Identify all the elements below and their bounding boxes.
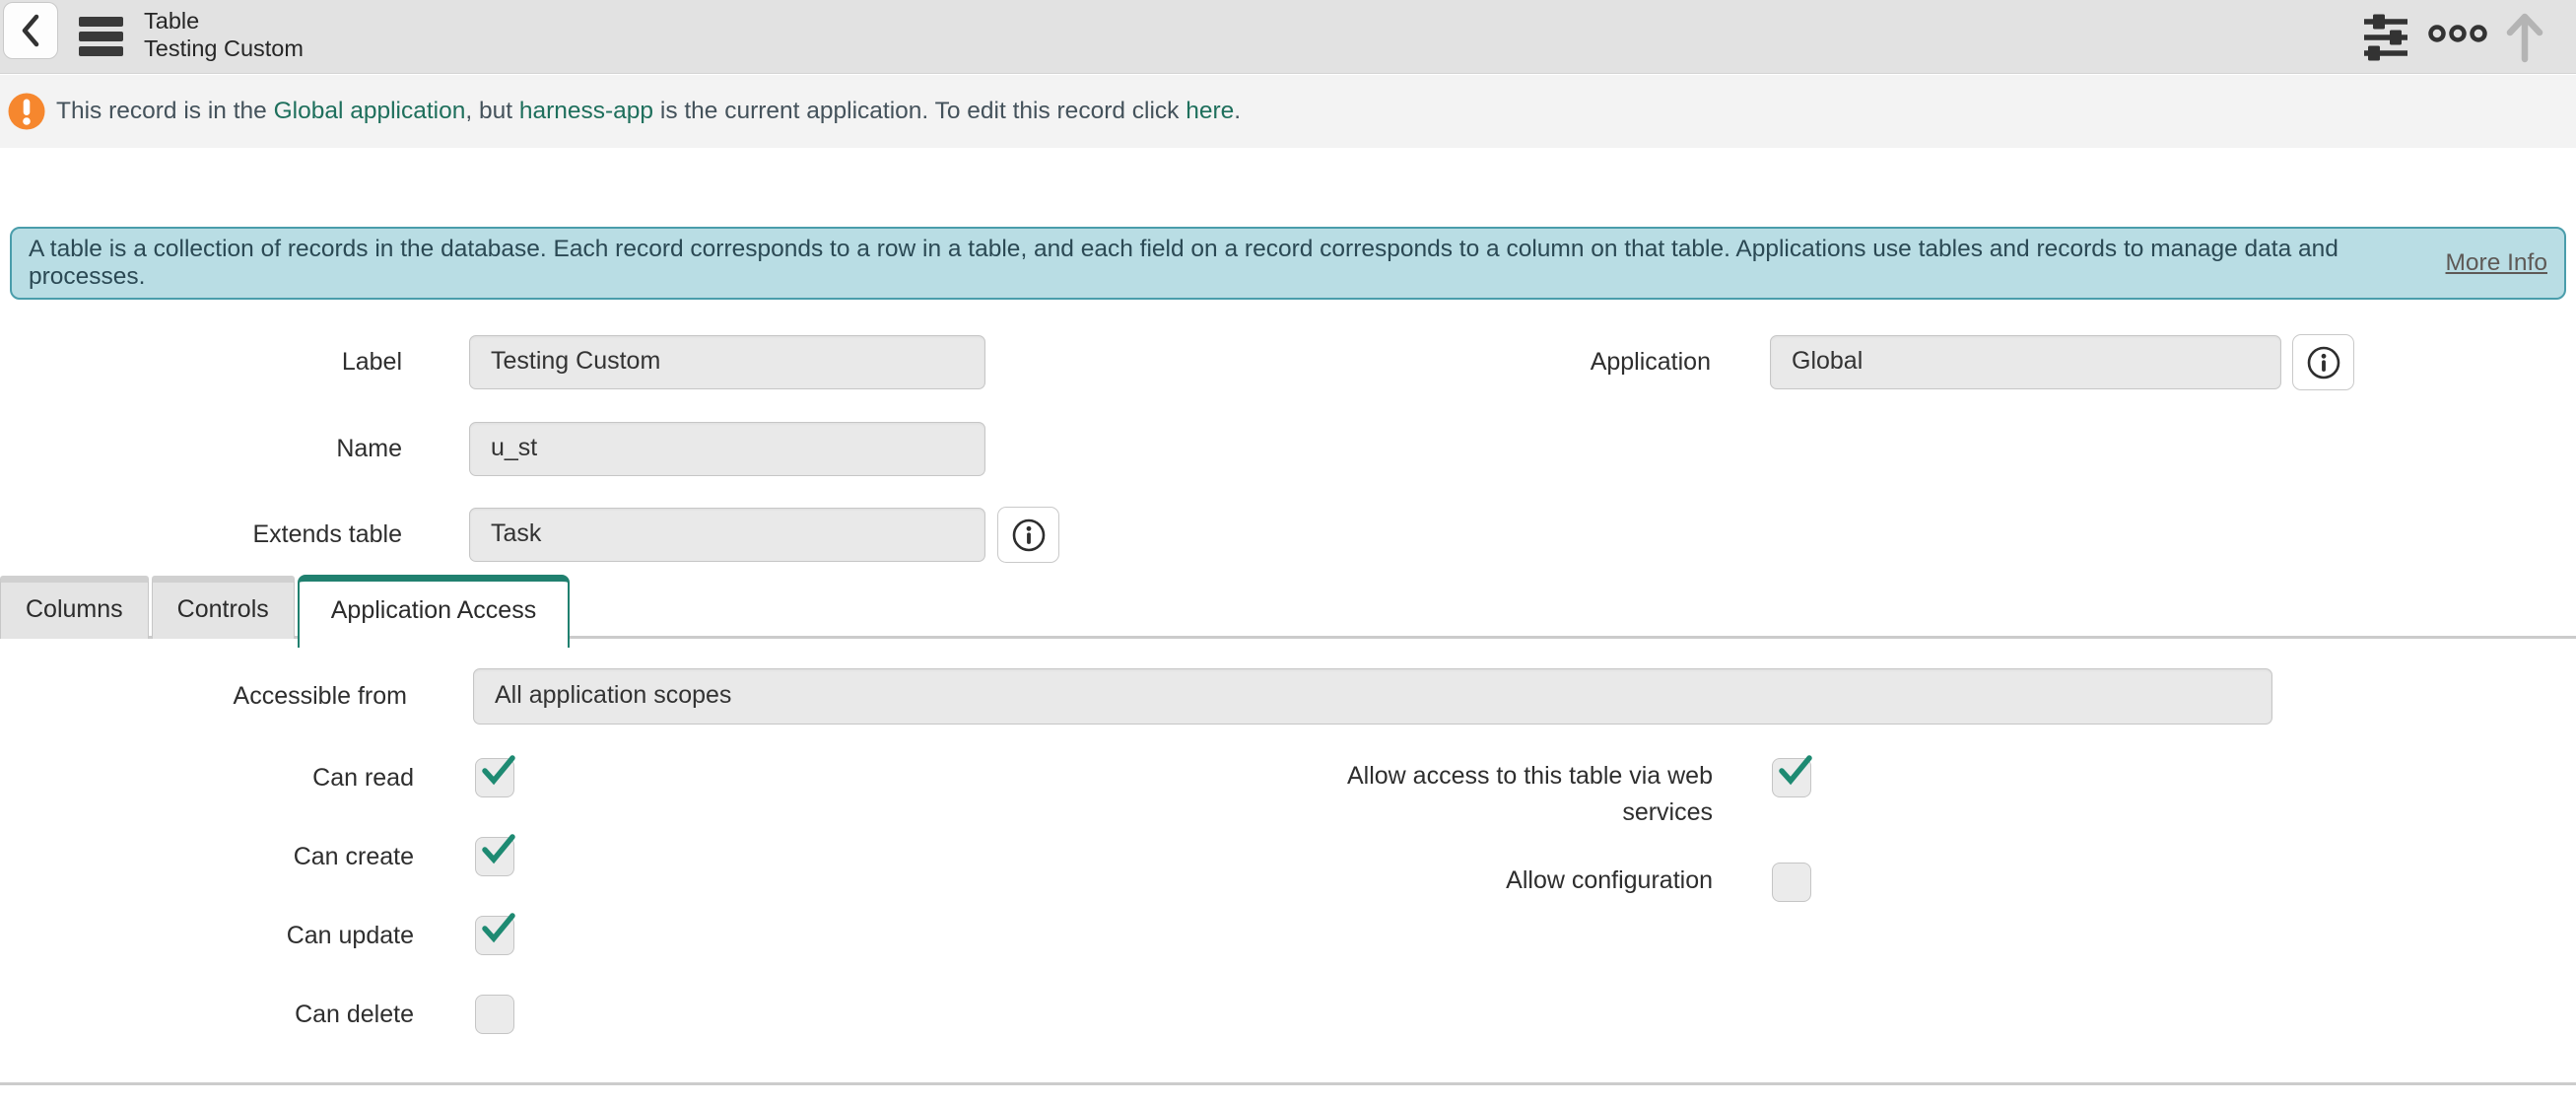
can-create-label: Can create	[0, 837, 414, 876]
tab-controls[interactable]: Controls	[152, 576, 295, 639]
extends-table-field-input[interactable]: Task	[469, 508, 985, 562]
label-field-label: Label	[0, 335, 402, 389]
header: Table Testing Custom	[0, 0, 2576, 74]
can-read-label: Can read	[0, 758, 414, 797]
record-name-title: Testing Custom	[144, 35, 304, 62]
checkmark-icon	[479, 831, 518, 866]
can-update-checkbox[interactable]	[475, 916, 514, 955]
can-update-label: Can update	[0, 916, 414, 955]
name-field-label: Name	[0, 422, 402, 476]
form-tabs: Columns Controls Application Access	[0, 576, 2576, 639]
personalize-form-icon[interactable]	[2363, 13, 2408, 62]
banner-text: A table is a collection of records in th…	[29, 236, 2437, 291]
checkmark-icon	[479, 752, 518, 788]
warning-message: This record is in the Global application…	[56, 98, 1241, 125]
more-options-icon[interactable]	[2428, 22, 2487, 45]
info-icon	[2306, 345, 2341, 380]
cross-scope-warning-bar: This record is in the Global application…	[0, 75, 2576, 148]
info-icon	[1011, 518, 1047, 553]
form-context-menu-icon[interactable]	[79, 17, 124, 61]
scroll-to-top-icon[interactable]	[2503, 10, 2546, 63]
allow-configuration-checkbox[interactable]	[1772, 863, 1811, 902]
table-record-page: Table Testing Custom This record is in t…	[0, 0, 2576, 1106]
application-info-button[interactable]	[2292, 334, 2354, 390]
tab-application-access[interactable]: Application Access	[298, 575, 570, 648]
accessible-from-label: Accessible from	[0, 668, 407, 725]
more-info-link[interactable]: More Info	[2446, 249, 2548, 277]
edit-here-link[interactable]: here	[1186, 98, 1234, 124]
table-info-banner: A table is a collection of records in th…	[10, 227, 2566, 300]
name-field-input[interactable]: u_st	[469, 422, 985, 476]
allow-web-services-checkbox[interactable]	[1772, 758, 1811, 797]
can-delete-checkbox[interactable]	[475, 995, 514, 1034]
allow-web-services-label: Allow access to this table via web servi…	[1269, 758, 1713, 831]
can-delete-label: Can delete	[0, 995, 414, 1034]
tab-columns[interactable]: Columns	[0, 576, 149, 639]
can-create-checkbox[interactable]	[475, 837, 514, 876]
accessible-from-select[interactable]: All application scopes	[473, 668, 2272, 725]
global-application-link[interactable]: Global application	[274, 98, 466, 124]
can-read-checkbox[interactable]	[475, 758, 514, 797]
record-type-title: Table	[144, 7, 304, 35]
application-field-input[interactable]: Global	[1770, 335, 2281, 389]
page-title: Table Testing Custom	[144, 7, 304, 62]
allow-configuration-label: Allow configuration	[1269, 863, 1713, 899]
extends-table-info-button[interactable]	[997, 507, 1059, 563]
harness-app-link[interactable]: harness-app	[519, 98, 653, 124]
label-field-input[interactable]: Testing Custom	[469, 335, 985, 389]
checkmark-icon	[1776, 752, 1815, 788]
warning-icon	[8, 93, 45, 130]
checkmark-icon	[479, 910, 518, 945]
application-access-panel: Accessible from All application scopes C…	[0, 642, 2576, 1085]
extends-table-field-label: Extends table	[0, 508, 402, 562]
back-button[interactable]	[3, 2, 58, 59]
application-field-label: Application	[1309, 335, 1711, 389]
chevron-left-icon	[20, 14, 41, 47]
